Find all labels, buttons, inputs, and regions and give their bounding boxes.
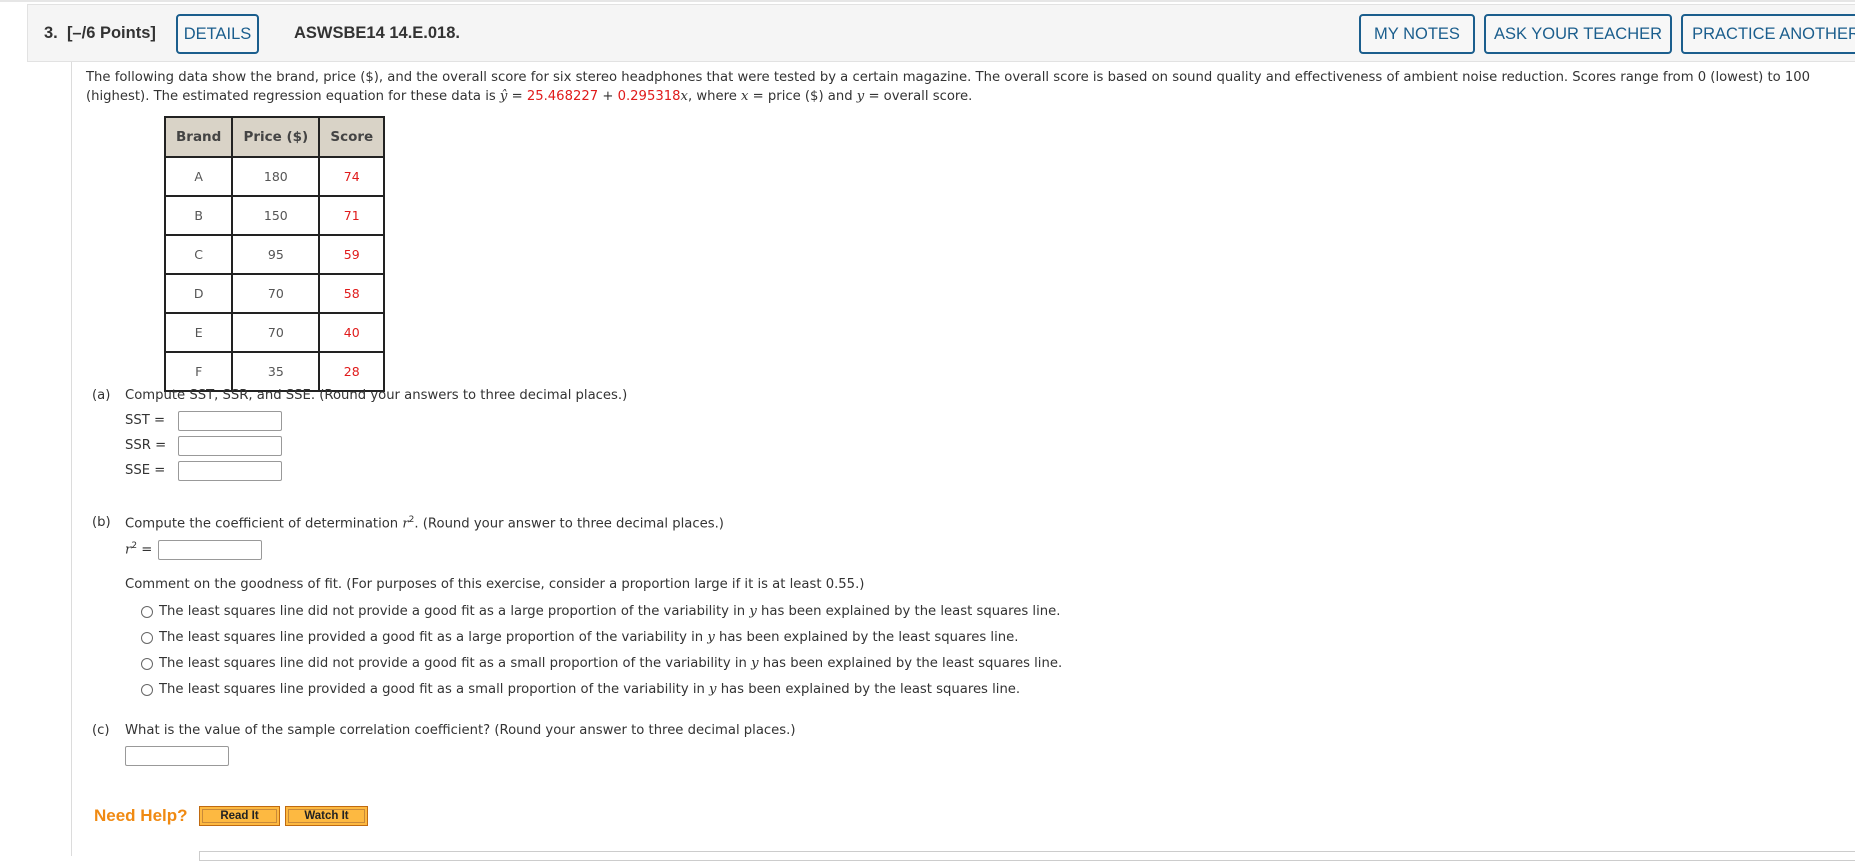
practice-another-button[interactable]: PRACTICE ANOTHER [1681,14,1855,54]
ssr-input[interactable] [178,436,282,456]
ssr-label: SSR = [125,438,167,453]
header-score: Score [318,116,386,158]
table-header-row: Brand Price ($) Score [163,116,386,158]
question-code: ASWSBE14 14.E.018. [294,24,460,42]
brand-cell: C [163,234,234,275]
brand-cell: A [163,156,234,197]
intro-line-2: (highest). The estimated regression equa… [86,89,973,104]
option-label: The least squares line provided a good f… [159,682,1021,697]
price-cell: 70 [231,312,321,353]
brand-cell: B [163,195,234,236]
sse-input[interactable] [178,461,282,481]
my-notes-button[interactable]: MY NOTES [1359,14,1475,54]
score-cell: 40 [318,312,386,353]
price-cell: 95 [231,234,321,275]
header-brand: Brand [163,116,234,158]
sst-input[interactable] [178,411,282,431]
table-row: A 180 74 [163,156,386,197]
part-c-label: (c) [92,723,110,738]
watch-it-button[interactable]: Watch It [285,806,368,826]
goodness-of-fit-prompt: Comment on the goodness of fit. (For pur… [125,577,865,592]
question-points: 3. [–/6 Points] [44,24,156,42]
radio-button[interactable] [141,631,153,644]
part-c-prompt: What is the value of the sample correlat… [125,723,796,738]
part-a-prompt: Compute SST, SSR, and SSE. (Round your a… [125,388,628,403]
read-it-button[interactable]: Read It [199,806,280,826]
part-a-label: (a) [92,388,111,403]
table-row: F 35 28 [163,351,386,392]
goodness-of-fit-option[interactable]: The least squares line did not provide a… [141,656,1062,671]
intro-line-1: The following data show the brand, price… [86,70,1811,85]
details-button[interactable]: DETAILS [176,14,259,54]
option-label: The least squares line did not provide a… [159,604,1061,619]
brand-cell: E [163,312,234,353]
price-cell: 70 [231,273,321,314]
score-cell: 58 [318,273,386,314]
header-price: Price ($) [231,116,321,158]
radio-button[interactable] [141,683,153,696]
correlation-coefficient-input[interactable] [125,746,229,766]
part-b-label: (b) [92,515,111,530]
r-squared-input[interactable] [158,540,262,560]
brand-cell: F [163,351,234,392]
sst-label: SST = [125,413,166,428]
score-cell: 28 [318,351,386,392]
price-cell: 150 [231,195,321,236]
option-label: The least squares line provided a good f… [159,630,1019,645]
answer-submission-area [199,851,1855,861]
goodness-of-fit-option[interactable]: The least squares line provided a good f… [141,630,1018,645]
price-cell: 180 [231,156,321,197]
regression-slope: 0.295318 [617,89,681,104]
content-left-border [71,62,72,856]
goodness-of-fit-option[interactable]: The least squares line provided a good f… [141,682,1020,697]
problem-statement: The following data show the brand, price… [86,68,1846,106]
option-label: The least squares line did not provide a… [159,656,1063,671]
need-help-label: Need Help? [94,806,188,825]
r-squared-label: r2 = [125,541,153,558]
brand-cell: D [163,273,234,314]
ask-your-teacher-button[interactable]: ASK YOUR TEACHER [1484,14,1672,54]
part-b-prompt: Compute the coefficient of determination… [125,515,724,532]
score-cell: 71 [318,195,386,236]
table-row: C 95 59 [163,234,386,275]
data-table: Brand Price ($) Score A 180 74 B 150 71 C 95 59 D… [163,116,386,392]
table-row: B 150 71 [163,195,386,236]
score-cell: 59 [318,234,386,275]
question-header: 3. [–/6 Points] DETAILS ASWSBE14 14.E.01… [27,4,1855,62]
table-row: E 70 40 [163,312,386,353]
score-cell: 74 [318,156,386,197]
table-row: D 70 58 [163,273,386,314]
sse-label: SSE = [125,463,166,478]
radio-button[interactable] [141,657,153,670]
radio-button[interactable] [141,605,153,618]
price-cell: 35 [231,351,321,392]
goodness-of-fit-option[interactable]: The least squares line did not provide a… [141,604,1060,619]
regression-intercept: 25.468227 [526,89,599,104]
